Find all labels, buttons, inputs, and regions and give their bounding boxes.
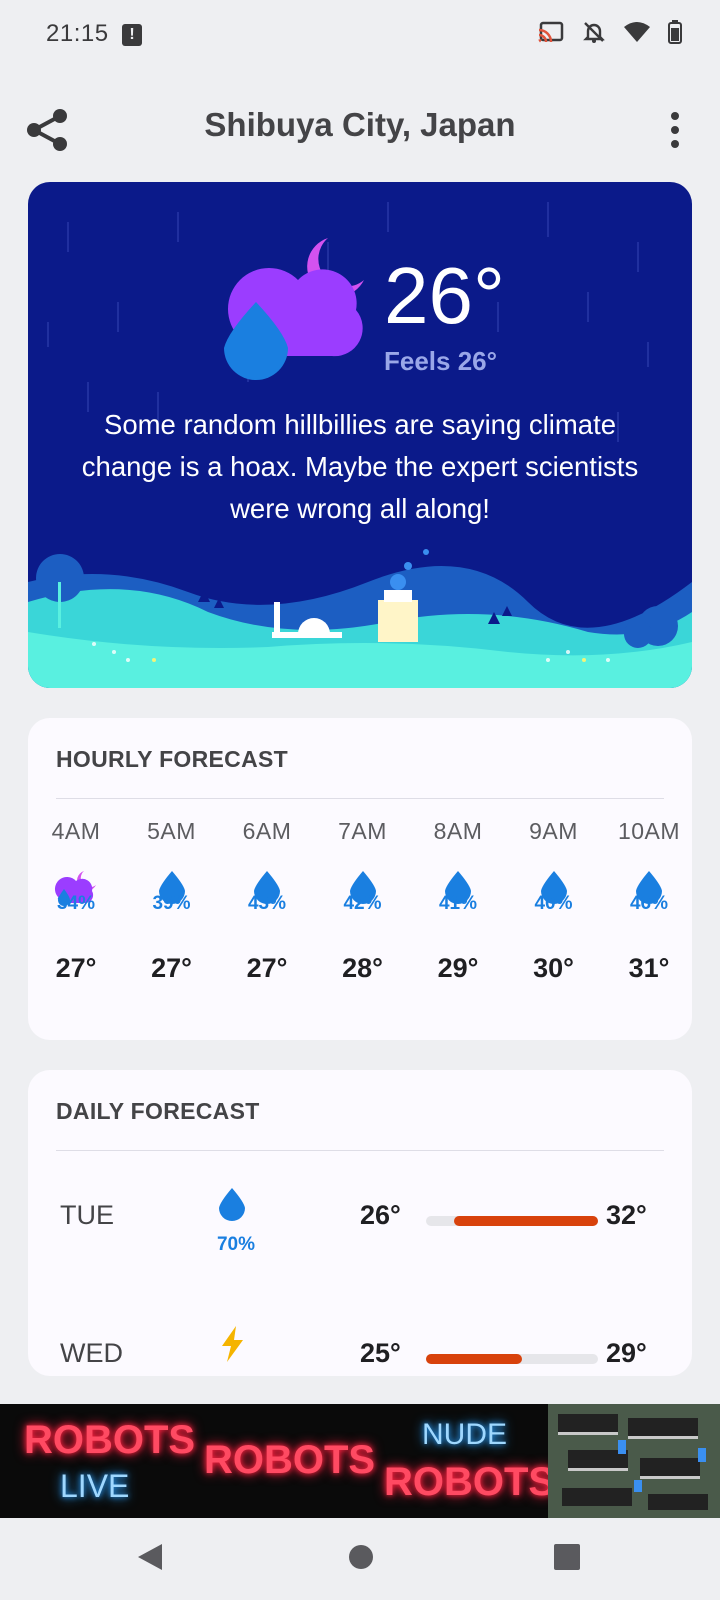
raindrop-icon: 46% [599,869,692,915]
current-weather-card: 26° Feels 26° Some random hillbillies ar… [28,182,692,688]
hourly-temp: 28° [342,953,383,983]
temperature-range-bar [426,1216,598,1226]
hourly-temp: 30° [533,953,574,983]
hourly-forecast-card[interactable]: HOURLY FORECAST 4AM 34% 27° 5AM 39% 27° 6AM 43%… [28,718,692,1040]
hourly-item: 9AM 40% 30° [504,818,604,984]
daily-row[interactable]: TUE 70% 26° 32° [28,1176,692,1266]
hourly-item: 5AM 39% 27° [122,818,222,984]
hourly-temp: 29° [437,953,479,983]
current-temperature: 26° [384,251,505,340]
hourly-item: 8AM 41% 29° [408,818,508,984]
home-icon[interactable] [348,1544,374,1570]
ad-text: NUDE [422,1418,508,1451]
hourly-precip: 41% [438,893,478,914]
raindrop-icon [216,1186,256,1226]
back-icon[interactable] [136,1542,164,1572]
weather-message: Some random hillbillies are saying clima… [81,409,639,524]
divider [56,798,664,799]
hourly-time: 5AM [147,818,196,844]
cloudy-night-rain-icon: 34% [28,869,126,915]
hourly-temp: 27° [151,953,192,983]
hourly-precip: 34% [56,893,96,914]
daily-low-temp: 26° [360,1200,401,1230]
status-bar: 21:15 ! [0,0,720,72]
recents-icon[interactable] [554,1544,580,1570]
raindrop-icon: 41% [408,869,508,915]
daily-forecast-card[interactable]: DAILY FORECAST TUE 70% 26° 32° WED 25° 29° [28,1070,692,1376]
hourly-item: 4AM 34% 27° [28,818,126,984]
hourly-time: 6AM [242,818,292,844]
hourly-precip: 46% [629,893,669,914]
hourly-item: 6AM 43% 27° [217,818,317,984]
hourly-temp: 31° [628,953,670,983]
hourly-item: 10AM 46% 31° [599,818,692,984]
hourly-forecast-title: HOURLY FORECAST [56,746,288,772]
daily-precip: 70% [216,1234,256,1255]
lightning-icon [216,1324,256,1364]
hourly-temp: 27° [55,953,97,983]
cast-icon [538,21,564,43]
system-navigation-bar [0,1518,720,1600]
ad-text: ROBOTS [204,1438,376,1482]
hourly-precip: 43% [247,893,287,914]
hourly-precip: 39% [152,893,191,914]
status-time: 21:15 [46,20,109,47]
status-icons [538,20,682,44]
hourly-time: 9AM [529,818,578,844]
feels-like: Feels 26° [384,346,498,376]
daily-low-temp: 25° [360,1338,401,1368]
raindrop-icon: 40% [504,869,604,915]
alert-notification-icon: ! [122,24,142,46]
hourly-time: 7AM [338,818,387,844]
ad-text: LIVE [60,1468,130,1504]
hourly-time: 4AM [51,818,101,844]
temperature-range-bar [426,1354,598,1364]
wifi-icon [624,22,650,42]
daily-high-temp: 29° [606,1338,647,1368]
day-name: WED [60,1338,123,1368]
temperature-range-fill [426,1354,523,1364]
raindrop-icon: 39% [122,869,222,915]
daily-row[interactable]: WED 25° 29° [28,1314,692,1376]
hourly-precip: 40% [534,893,573,914]
hourly-precip: 42% [343,893,382,914]
hourly-temp: 27° [246,953,288,983]
day-name: TUE [60,1200,114,1230]
page-title: Shibuya City, Japan [204,106,516,143]
notifications-off-icon [583,22,605,43]
divider [56,1150,664,1151]
raindrop-icon: 43% [217,869,317,915]
ad-text: ROBOTS [384,1460,556,1504]
daily-high-temp: 32° [606,1200,647,1230]
hourly-item: 7AM 42% 28° [313,818,413,984]
more-options-button[interactable] [660,108,690,152]
hourly-time: 10AM [617,818,681,844]
circuit-board-image [548,1404,720,1518]
battery-icon [668,20,682,44]
ad-banner[interactable]: ROBOTS LIVE ROBOTS NUDE ROBOTS [0,1404,720,1518]
app-bar: Shibuya City, Japan [0,88,720,164]
daily-forecast-title: DAILY FORECAST [56,1098,260,1124]
more-vert-icon [671,112,679,148]
temperature-range-fill [453,1216,598,1226]
ad-text: ROBOTS [24,1418,196,1462]
raindrop-icon: 42% [313,869,413,915]
hourly-time: 8AM [433,818,483,844]
